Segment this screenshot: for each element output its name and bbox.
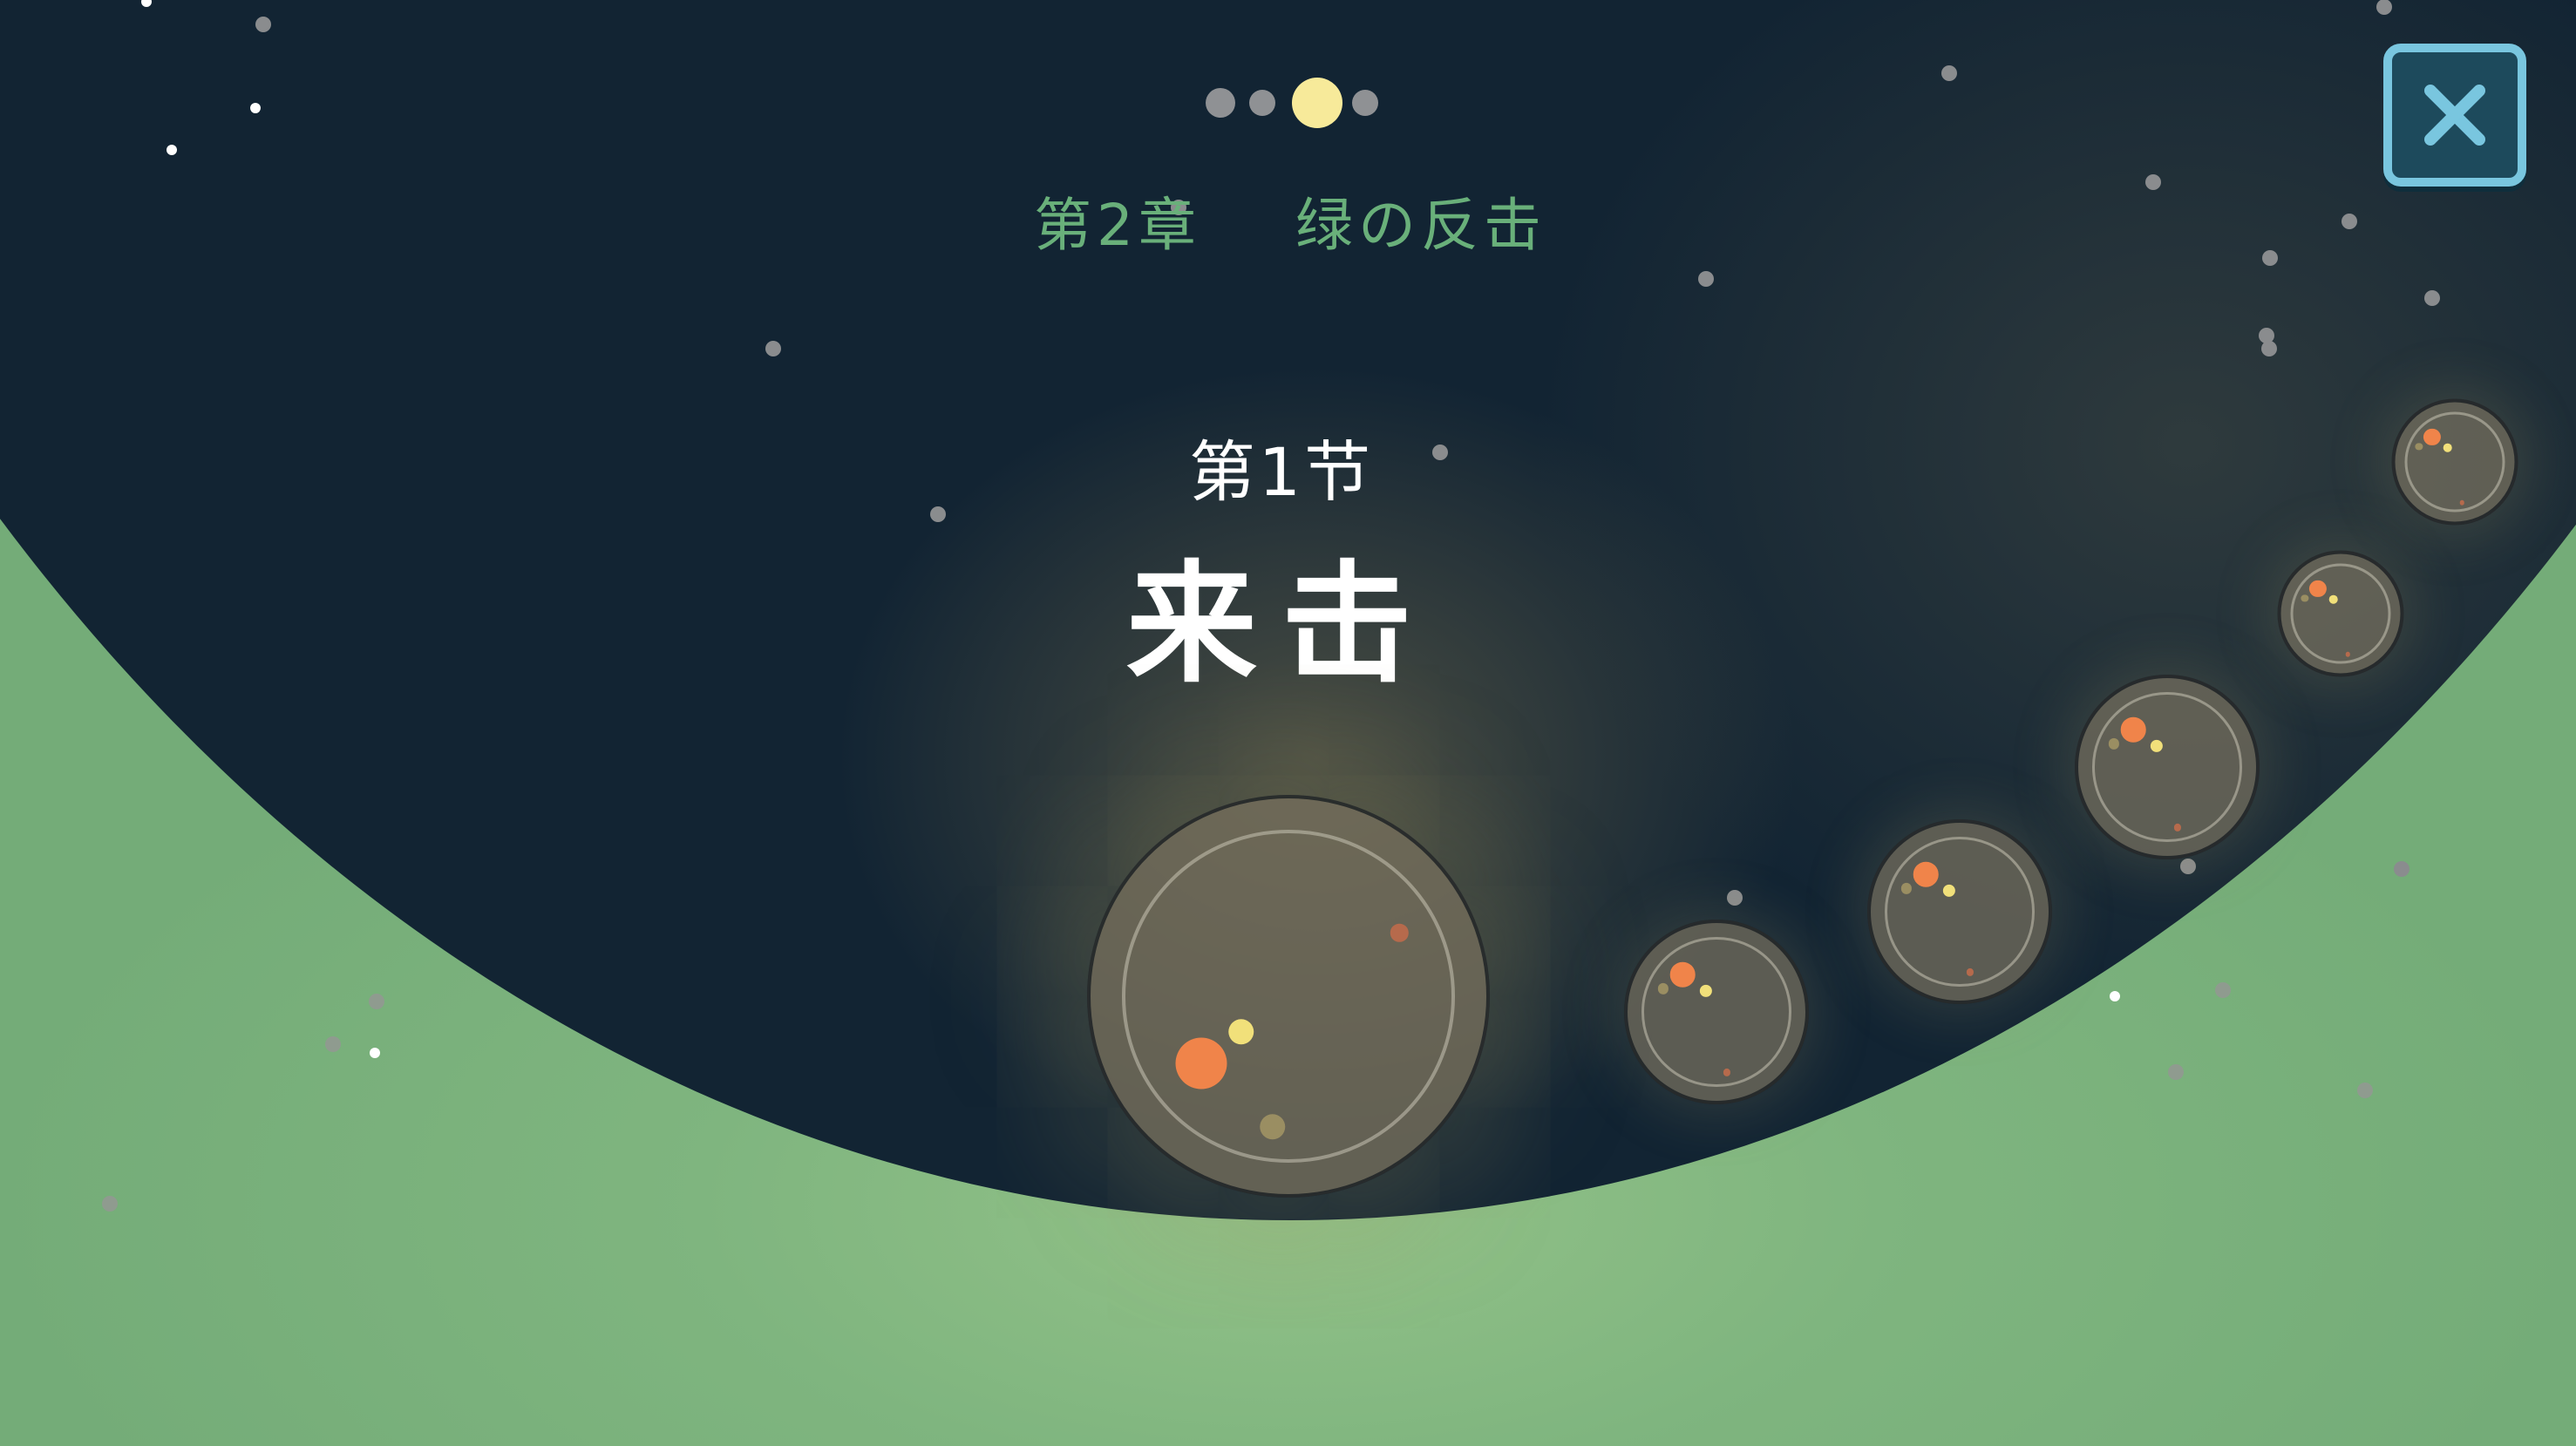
game-screen: 第2章 绿の反击 第1节 来击 xyxy=(0,0,2576,1446)
star xyxy=(2424,290,2440,306)
chapter-page-indicator xyxy=(1203,77,1378,129)
page-dot xyxy=(1352,90,1378,116)
microbe-cell xyxy=(2443,443,2452,452)
level-node-6[interactable] xyxy=(2391,398,2518,526)
star xyxy=(2394,861,2409,877)
level-node-3[interactable] xyxy=(1867,819,2052,1004)
microbe-cell xyxy=(2120,716,2146,743)
star xyxy=(102,1196,118,1212)
level-node-1[interactable] xyxy=(1087,795,1490,1198)
dish-ring xyxy=(2404,411,2505,513)
star xyxy=(2168,1064,2184,1080)
close-button[interactable] xyxy=(2383,44,2526,187)
section-title: 来击 xyxy=(1125,549,1437,701)
microbe-cell xyxy=(1669,961,1696,988)
star xyxy=(2342,214,2357,229)
star xyxy=(325,1036,341,1052)
dish-ring xyxy=(1641,937,1791,1087)
level-node-2[interactable] xyxy=(1624,920,1809,1104)
star xyxy=(930,506,946,522)
chapter-name: 绿の反击 xyxy=(1295,192,1546,259)
microbe-cell xyxy=(2328,594,2338,604)
star xyxy=(2357,1083,2373,1098)
page-dot xyxy=(1249,90,1275,116)
star xyxy=(765,341,781,356)
star xyxy=(167,145,177,155)
page-dot xyxy=(1206,88,1235,118)
star xyxy=(2261,341,2277,356)
star xyxy=(2215,982,2231,998)
star xyxy=(370,1048,380,1058)
page-dot-active xyxy=(1292,78,1342,128)
star xyxy=(2262,250,2278,266)
dish-ring xyxy=(2290,563,2391,664)
star xyxy=(2110,991,2120,1001)
microbe-cell xyxy=(1260,1114,1286,1140)
close-icon xyxy=(2424,85,2485,146)
level-node-4[interactable] xyxy=(2075,675,2260,859)
chapter-heading: 第2章 绿の反击 xyxy=(976,179,1604,262)
star xyxy=(2145,174,2161,190)
section-number: 第1节 xyxy=(1188,433,1375,511)
microbe-cell xyxy=(1227,1019,1254,1045)
star xyxy=(255,17,271,32)
chapter-number: 第2章 xyxy=(1034,192,1202,259)
star xyxy=(2180,859,2196,874)
star xyxy=(1698,271,1714,287)
star xyxy=(1727,890,1743,906)
star xyxy=(250,103,261,113)
dish-ring xyxy=(2092,692,2242,842)
star xyxy=(1941,65,1957,81)
microbe-cell xyxy=(1175,1037,1227,1090)
dish-ring xyxy=(1122,830,1455,1163)
microbe-cell xyxy=(1913,861,1939,887)
star xyxy=(369,994,384,1009)
level-node-5[interactable] xyxy=(2277,550,2404,677)
dish-ring xyxy=(1885,837,2035,987)
